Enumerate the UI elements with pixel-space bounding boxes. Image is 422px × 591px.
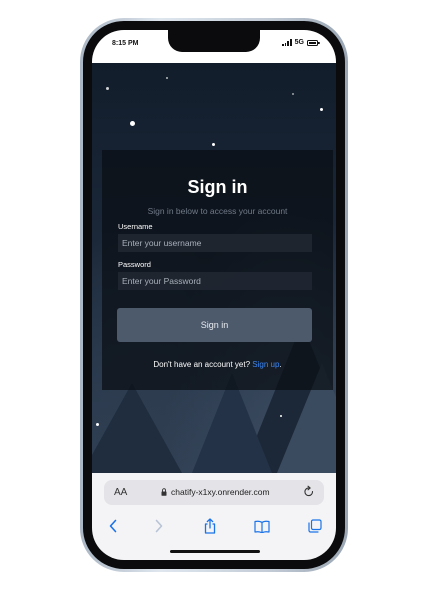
home-indicator[interactable] [170, 550, 260, 553]
snowflake [292, 93, 294, 95]
tabs-button[interactable] [304, 515, 326, 537]
tabs-icon [308, 519, 322, 533]
bookmarks-button[interactable] [251, 515, 273, 537]
page-title: Sign in [187, 177, 248, 197]
share-button[interactable] [199, 515, 221, 537]
snowflake [130, 121, 135, 126]
username-input[interactable] [118, 234, 312, 252]
page-subtitle: Sign in below to access your account [147, 206, 288, 216]
signal-icon [282, 39, 292, 46]
snowflake [106, 87, 109, 90]
bookmarks-icon [254, 520, 270, 533]
signup-suffix: . [279, 360, 282, 369]
password-label: Password [118, 260, 151, 269]
phone-screen: 8:15 PM 5G Sign in Sign in below to acce… [92, 30, 336, 560]
safari-bar: AA chatify-x1xy.onrender.com [92, 473, 336, 560]
text-size-button[interactable]: AA [114, 487, 127, 498]
background-tree [92, 383, 182, 473]
snowflake [166, 77, 168, 79]
browser-toolbar [92, 515, 336, 539]
notch [168, 30, 260, 52]
web-content: Sign in Sign in below to access your acc… [92, 63, 336, 473]
signin-card: Sign in Sign in below to access your acc… [102, 150, 333, 390]
network-label: 5G [294, 39, 304, 46]
forward-icon [155, 519, 163, 533]
snowflake [96, 423, 99, 426]
phone-frame: 8:15 PM 5G Sign in Sign in below to acce… [80, 18, 348, 572]
lock-icon [161, 488, 167, 496]
username-label: Username [118, 222, 153, 231]
snowflake [280, 415, 282, 417]
status-indicators: 5G [282, 39, 320, 46]
forward-button[interactable] [148, 515, 170, 537]
signup-prompt-text: Don't have an account yet? [153, 360, 251, 369]
share-icon [204, 518, 216, 534]
battery-icon [307, 39, 320, 46]
back-button[interactable] [102, 515, 124, 537]
text-size-label: AA [114, 487, 128, 498]
snowflake [320, 108, 323, 111]
signup-prompt: Don't have an account yet? Sign up. [102, 360, 333, 369]
address-bar[interactable]: AA chatify-x1xy.onrender.com [104, 480, 324, 505]
snowflake [212, 143, 215, 146]
signin-button[interactable]: Sign in [117, 308, 312, 342]
status-bar: 8:15 PM 5G [92, 30, 336, 63]
reload-icon[interactable] [303, 485, 315, 499]
back-icon [109, 519, 117, 533]
status-time: 8:15 PM [112, 40, 139, 47]
url-text: chatify-x1xy.onrender.com [171, 487, 270, 497]
password-input[interactable] [118, 272, 312, 290]
signup-link[interactable]: Sign up [252, 360, 279, 369]
